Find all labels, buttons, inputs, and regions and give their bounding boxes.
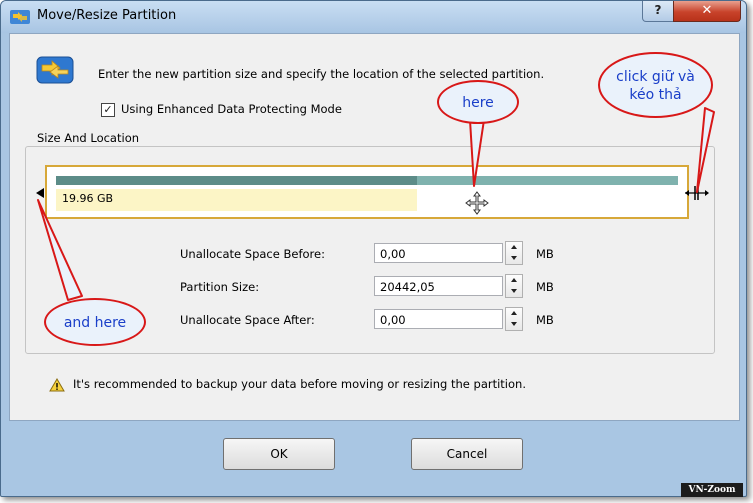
partition-size-label: 19.96 GB	[62, 192, 114, 205]
resize-cursor-icon[interactable]	[684, 185, 710, 205]
move-resize-icon	[35, 52, 75, 92]
warning-text: It's recommended to backup your data bef…	[73, 377, 526, 391]
cancel-button[interactable]: Cancel	[411, 438, 523, 470]
and-here-callout: and here	[44, 298, 146, 346]
click-drag-callout: click giữ và kéo thả	[598, 52, 713, 118]
used-space-strip	[56, 176, 417, 185]
partition-size-input[interactable]: 20442,05	[374, 276, 503, 296]
unit-label: MB	[536, 313, 554, 327]
after-label: Unallocate Space After:	[180, 313, 315, 327]
watermark: VN-Zoom	[681, 483, 743, 497]
spin-up-icon[interactable]	[511, 278, 517, 282]
title-bar[interactable]: Move/Resize Partition ? ✕	[1, 1, 746, 33]
free-space-strip	[417, 176, 678, 185]
space-after-spinner[interactable]	[505, 307, 523, 331]
before-label: Unallocate Space Before:	[180, 247, 325, 261]
partition-bar[interactable]: 19.96 GB	[45, 165, 689, 219]
here-callout: here	[437, 80, 519, 124]
spin-down-icon[interactable]	[511, 289, 517, 293]
close-button[interactable]: ✕	[673, 1, 741, 22]
partition-app-icon	[9, 8, 31, 30]
partition-size-spinner[interactable]	[505, 274, 523, 298]
data-protect-checkbox[interactable]: ✓	[101, 103, 115, 117]
left-resize-handle[interactable]	[36, 188, 44, 198]
spin-down-icon[interactable]	[511, 256, 517, 260]
unit-label: MB	[536, 280, 554, 294]
data-protect-label: Using Enhanced Data Protecting Mode	[121, 102, 342, 116]
description-text: Enter the new partition size and specify…	[98, 67, 545, 81]
size-location-title: Size And Location	[34, 131, 143, 145]
spin-up-icon[interactable]	[511, 245, 517, 249]
space-before-input[interactable]: 0,00	[374, 243, 503, 263]
help-button[interactable]: ?	[642, 1, 674, 22]
space-after-input[interactable]: 0,00	[374, 309, 503, 329]
ok-button[interactable]: OK	[223, 438, 335, 470]
move-cursor-icon	[461, 191, 493, 219]
spin-up-icon[interactable]	[511, 311, 517, 315]
warning-icon	[49, 377, 65, 396]
window-title: Move/Resize Partition	[37, 8, 177, 23]
unit-label: MB	[536, 247, 554, 261]
spin-down-icon[interactable]	[511, 322, 517, 326]
size-label: Partition Size:	[180, 280, 260, 294]
space-before-spinner[interactable]	[505, 241, 523, 265]
